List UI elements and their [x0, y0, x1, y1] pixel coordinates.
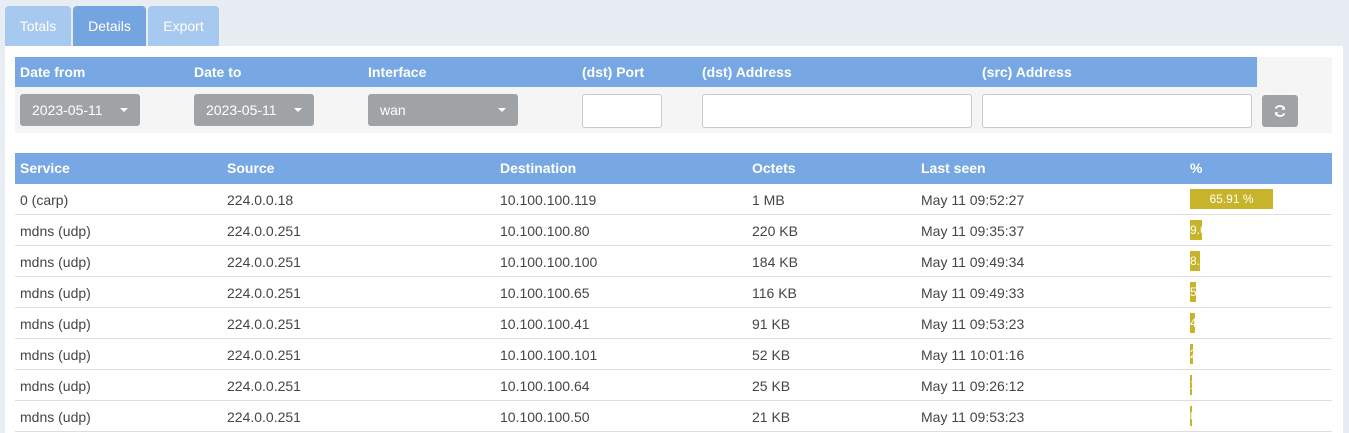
octets-cell: 220 KB [752, 223, 798, 239]
table-row: mdns (udp) 224.0.0.251 10.100.100.65 116 KB… [15, 277, 1332, 308]
chevron-down-icon [120, 108, 128, 112]
percent-label: 1.10 % [1190, 378, 1228, 392]
percent-label: 65.91 % [1209, 192, 1254, 206]
service-cell: mdns (udp) [20, 316, 91, 332]
source-cell: 224.0.0.251 [227, 223, 301, 239]
octets-cell: 91 KB [752, 316, 791, 332]
dst-address-label: (dst) Address [702, 64, 792, 80]
column-destination[interactable]: Destination [500, 160, 576, 176]
interface-value: wan [380, 102, 406, 118]
src-address-input[interactable] [982, 94, 1252, 128]
date-to-select[interactable]: 2023-05-11 [194, 94, 314, 126]
service-cell: mdns (udp) [20, 223, 91, 239]
filter-bar: Date from Date to Interface (dst) Port (… [15, 57, 1332, 133]
date-from-label: Date from [20, 64, 86, 80]
last-seen-cell: May 11 09:49:34 [921, 254, 1025, 270]
tab-export[interactable]: Export [148, 6, 219, 46]
column-last-seen[interactable]: Last seen [921, 160, 986, 176]
last-seen-cell: May 11 09:49:33 [921, 285, 1025, 301]
destination-cell: 10.100.100.65 [500, 285, 590, 301]
table-row: mdns (udp) 224.0.0.251 10.100.100.50 21 KB M… [15, 401, 1332, 432]
service-cell: 0 (carp) [20, 192, 69, 208]
last-seen-cell: May 11 09:52:27 [921, 192, 1025, 208]
table-row: mdns (udp) 224.0.0.251 10.100.100.64 25 KB M… [15, 370, 1332, 401]
date-to-value: 2023-05-11 [206, 102, 277, 118]
table-header: Service Source Destination Octets Last s… [15, 153, 1332, 184]
tab-bar: Totals Details Export [5, 6, 221, 46]
date-from-value: 2023-05-11 [32, 102, 103, 118]
percent-label: 0.94 % [1190, 409, 1228, 423]
source-cell: 224.0.0.251 [227, 347, 301, 363]
destination-cell: 10.100.100.101 [500, 347, 598, 363]
destination-cell: 10.100.100.100 [500, 254, 598, 270]
source-cell: 224.0.0.251 [227, 254, 301, 270]
date-to-label: Date to [194, 64, 242, 80]
percent-label: 4.03 % [1190, 316, 1228, 330]
interface-label: Interface [368, 64, 427, 80]
filter-header: Date from Date to Interface (dst) Port (… [15, 57, 1257, 87]
octets-cell: 184 KB [752, 254, 798, 270]
table-row: mdns (udp) 224.0.0.251 10.100.100.101 52 KB… [15, 339, 1332, 370]
percent-label: 8.10 % [1190, 254, 1228, 268]
table-row: 0 (carp) 224.0.0.18 10.100.100.119 1 MB May … [15, 184, 1332, 215]
last-seen-cell: May 11 09:35:37 [921, 223, 1025, 239]
service-cell: mdns (udp) [20, 347, 91, 363]
table-row: mdns (udp) 224.0.0.251 10.100.100.41 91 KB M… [15, 308, 1332, 339]
src-address-label: (src) Address [982, 64, 1072, 80]
last-seen-cell: May 11 09:53:23 [921, 316, 1025, 332]
table-row: mdns (udp) 224.0.0.251 10.100.100.100 184 K… [15, 246, 1332, 277]
percent-label: 2.28 % [1190, 347, 1228, 361]
last-seen-cell: May 11 10:01:16 [921, 347, 1025, 363]
octets-cell: 52 KB [752, 347, 791, 363]
source-cell: 224.0.0.251 [227, 378, 301, 394]
octets-cell: 116 KB [752, 285, 797, 301]
service-cell: mdns (udp) [20, 409, 91, 425]
octets-cell: 1 MB [752, 192, 785, 208]
dst-port-input[interactable] [582, 94, 662, 128]
service-cell: mdns (udp) [20, 254, 91, 270]
chevron-down-icon [294, 108, 302, 112]
column-source[interactable]: Source [227, 160, 274, 176]
source-cell: 224.0.0.251 [227, 409, 301, 425]
service-cell: mdns (udp) [20, 378, 91, 394]
percent-label: 9.69 % [1190, 223, 1228, 237]
refresh-button[interactable] [1262, 95, 1298, 127]
destination-cell: 10.100.100.80 [500, 223, 590, 239]
chevron-down-icon [498, 108, 506, 112]
refresh-icon [1274, 105, 1286, 117]
source-cell: 224.0.0.251 [227, 285, 301, 301]
tab-details[interactable]: Details [73, 6, 146, 46]
source-cell: 224.0.0.251 [227, 316, 301, 332]
destination-cell: 10.100.100.50 [500, 409, 590, 425]
table-row: mdns (udp) 224.0.0.251 10.100.100.80 220 KB… [15, 215, 1332, 246]
table-body: 0 (carp) 224.0.0.18 10.100.100.119 1 MB May … [15, 184, 1332, 432]
dst-port-label: (dst) Port [582, 64, 645, 80]
interface-select[interactable]: wan [368, 94, 518, 126]
percent-label: 5.12 % [1190, 285, 1228, 299]
octets-cell: 21 KB [752, 409, 791, 425]
service-cell: mdns (udp) [20, 285, 91, 301]
last-seen-cell: May 11 09:26:12 [921, 378, 1025, 394]
details-table: Service Source Destination Octets Last s… [15, 153, 1332, 432]
destination-cell: 10.100.100.64 [500, 378, 590, 394]
last-seen-cell: May 11 09:53:23 [921, 409, 1025, 425]
column-percent[interactable]: % [1190, 160, 1202, 176]
destination-cell: 10.100.100.119 [500, 192, 597, 208]
date-from-select[interactable]: 2023-05-11 [20, 94, 140, 126]
column-octets[interactable]: Octets [752, 160, 796, 176]
source-cell: 224.0.0.18 [227, 192, 294, 208]
details-panel: Date from Date to Interface (dst) Port (… [5, 46, 1343, 433]
column-service[interactable]: Service [20, 160, 70, 176]
octets-cell: 25 KB [752, 378, 791, 394]
tab-totals[interactable]: Totals [5, 6, 71, 46]
destination-cell: 10.100.100.41 [500, 316, 590, 332]
dst-address-input[interactable] [702, 94, 972, 128]
